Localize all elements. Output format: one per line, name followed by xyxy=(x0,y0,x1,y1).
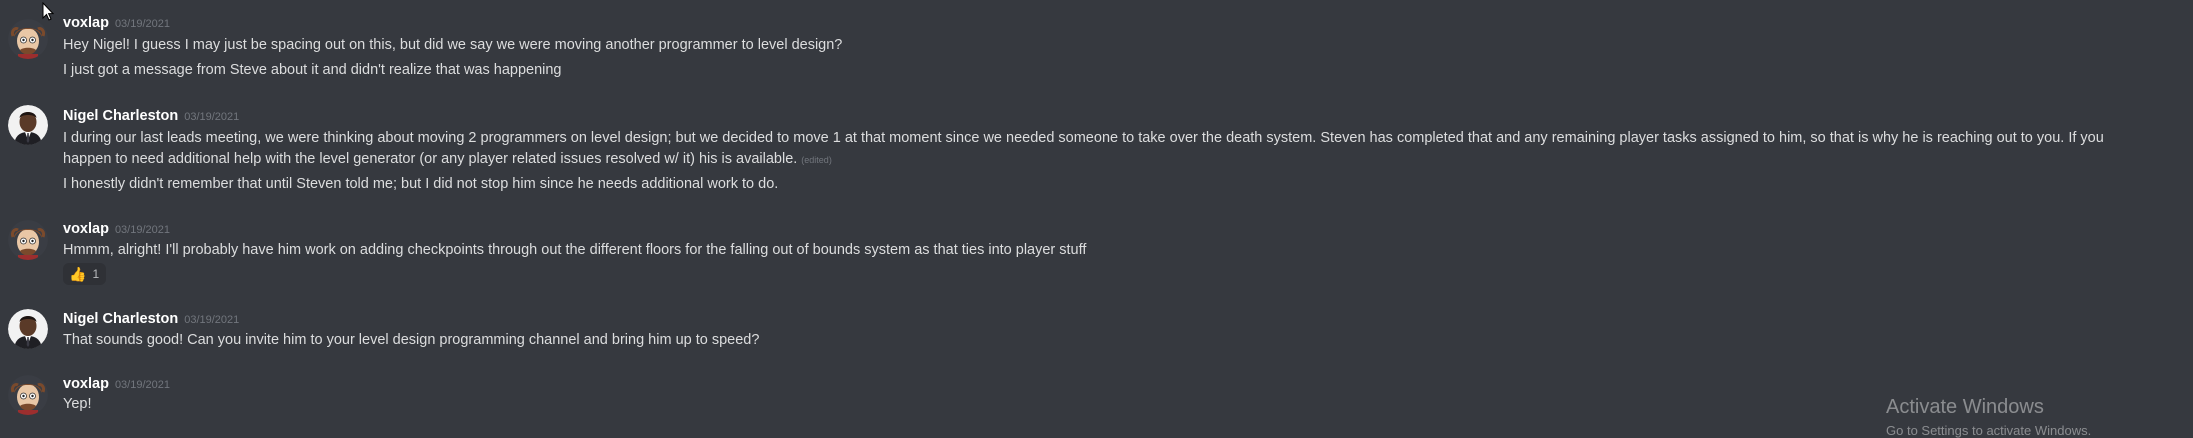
edited-label: (edited) xyxy=(801,155,832,165)
message-text: happen to need additional help with the … xyxy=(63,151,798,167)
reaction-count: 1 xyxy=(92,267,100,281)
message-timestamp[interactable]: 03/19/2021 xyxy=(115,224,170,236)
thumbs-up-icon: 👍 xyxy=(69,266,87,282)
message-timestamp[interactable]: 03/19/2021 xyxy=(115,18,170,30)
watermark-subtitle: Go to Settings to activate Windows. xyxy=(1886,423,2092,438)
reaction-button[interactable]: 👍 1 xyxy=(63,263,106,285)
activate-windows-watermark: Activate Windows Go to Settings to activ… xyxy=(1886,396,2091,438)
avatar[interactable] xyxy=(8,309,48,349)
watermark-title: Activate Windows xyxy=(1886,396,2044,418)
message-author[interactable]: voxlap xyxy=(63,376,109,392)
message-text: Yep! xyxy=(63,396,92,412)
avatar[interactable] xyxy=(8,220,48,260)
message-timestamp[interactable]: 03/19/2021 xyxy=(184,111,239,123)
avatar[interactable] xyxy=(8,105,48,145)
message-text-continued: happen to need additional help with the … xyxy=(63,149,2168,171)
message-timestamp[interactable]: 03/19/2021 xyxy=(184,314,239,326)
message-text: Hmmm, alright! I'll probably have him wo… xyxy=(63,242,1087,258)
message-author[interactable]: Nigel Charleston xyxy=(63,311,178,327)
message-text: Hey Nigel! I guess I may just be spacing… xyxy=(63,37,843,53)
mouse-pointer-icon xyxy=(42,2,54,21)
message-author[interactable]: voxlap xyxy=(63,15,109,31)
avatar[interactable] xyxy=(8,375,48,415)
message-text: I honestly didn't remember that until St… xyxy=(63,176,779,192)
message-author[interactable]: Nigel Charleston xyxy=(63,108,178,124)
chat-message-list: voxlap 03/19/2021 Hey Nigel! I guess I ma… xyxy=(0,0,2193,438)
message-author[interactable]: voxlap xyxy=(63,221,109,237)
message-text: That sounds good! Can you invite him to … xyxy=(63,332,760,348)
avatar[interactable] xyxy=(8,19,48,59)
message-timestamp[interactable]: 03/19/2021 xyxy=(115,379,170,391)
message-text: I just got a message from Steve about it… xyxy=(63,62,562,78)
message-text: I during our last leads meeting, we were… xyxy=(63,130,2104,146)
